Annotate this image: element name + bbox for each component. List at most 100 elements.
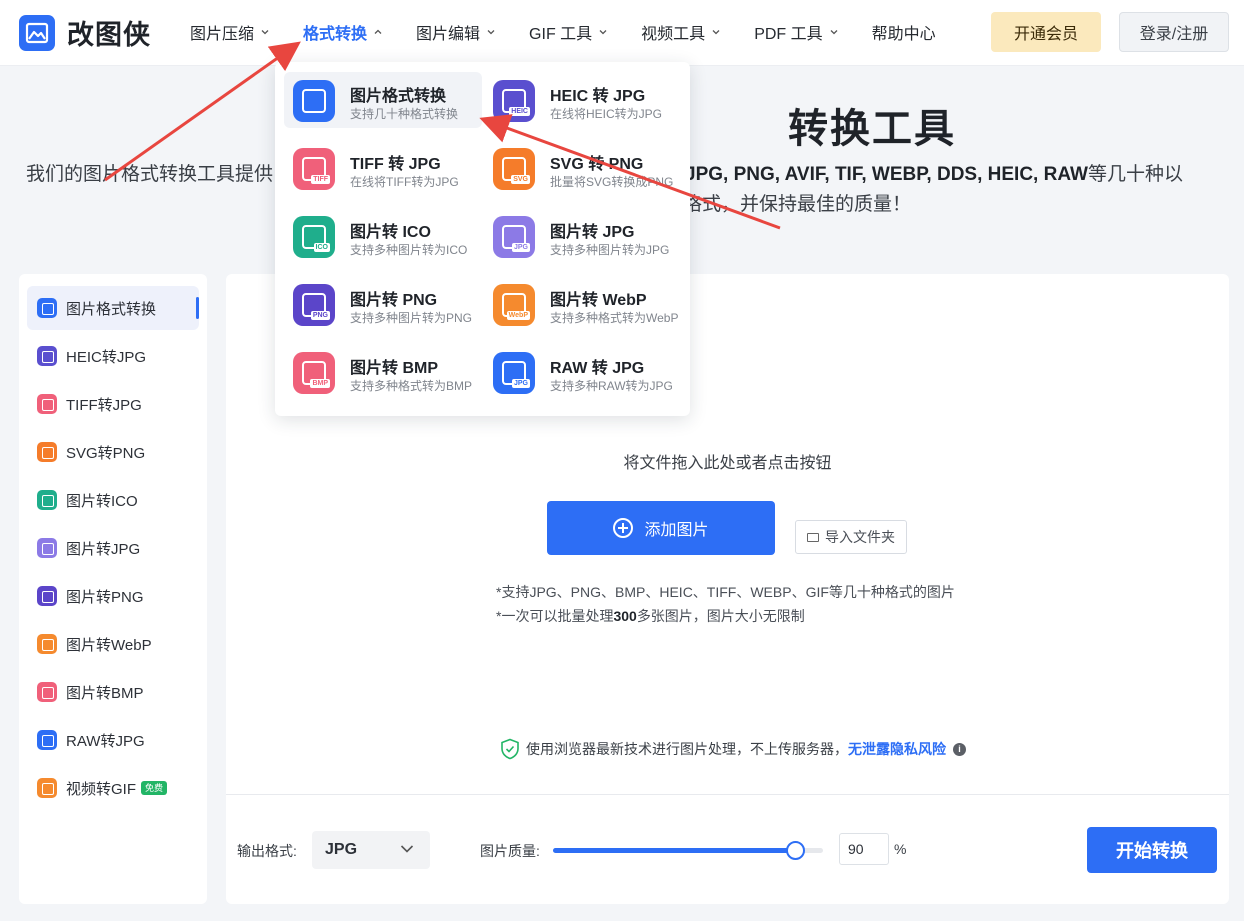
sidebar-item[interactable]: 图片转ICO [27,478,199,522]
nav-item-format-convert[interactable]: 格式转换 [303,20,383,44]
nav-item-video[interactable]: 视频工具 [641,20,721,44]
dropdown-item-desc: 支持几十种格式转换 [350,107,459,121]
dropdown-item-title: RAW 转 JPG [550,360,645,377]
nav-item-compress[interactable]: 图片压缩 [190,20,270,44]
free-badge: 免费 [141,781,168,795]
dropdown-item[interactable]: JPG 图片转 JPG 支持多种图片转为JPG [484,208,682,264]
sidebar-item-label: 图片格式转换 [66,300,157,318]
sidebar-item-label: 视频转GIF [66,780,136,798]
sidebar-item[interactable]: HEIC转JPG [27,334,199,378]
dropdown-item-title: SVG 转 PNG [550,156,644,173]
batch-limit-note: *一次可以批量处理300多张图片，图片大小无限制 [496,606,805,626]
nav-label: GIF 工具 [529,26,593,43]
dropdown-item[interactable]: 图片格式转换 支持几十种格式转换 [284,72,482,128]
quality-unit: % [894,841,907,857]
dropdown-item-title: 图片转 ICO [350,224,431,241]
supported-formats-note: *支持JPG、PNG、BMP、HEIC、TIFF、WEBP、GIF等几十种格式的… [496,584,955,600]
sidebar-item[interactable]: 图片转JPG [27,526,199,570]
chevron-down-icon [400,845,414,853]
nav-item-edit[interactable]: 图片编辑 [416,20,496,44]
import-folder-button[interactable]: 导入文件夹 [795,520,907,554]
jpg-icon: JPG [493,216,535,258]
quality-slider-fill [553,848,796,853]
nav-item-gif[interactable]: GIF 工具 [529,20,608,44]
sidebar-item[interactable]: RAW转JPG [27,718,199,762]
sidebar-item-label: RAW转JPG [66,732,145,750]
subtitle-formats: JPG, PNG, AVIF, TIF, WEBP, DDS, HEIC, RA… [685,164,1088,185]
drop-zone-text[interactable]: 将文件拖入此处或者点击按钮 [226,449,1229,473]
privacy-text: 使用浏览器最新技术进行图片处理，不上传服务器， [526,741,848,757]
png-icon: PNG [293,284,335,326]
convert-icon [293,80,335,122]
quality-input[interactable]: 90 [839,833,889,865]
dropdown-item[interactable]: HEIC HEIC 转 JPG 在线将HEIC转为JPG [484,72,682,128]
nav-label: PDF 工具 [754,26,823,43]
logo[interactable]: 改图侠 [19,13,151,52]
dropdown-item-title: 图片转 PNG [350,292,438,309]
quality-slider[interactable] [553,841,823,860]
sidebar-item[interactable]: 图片转PNG [27,574,199,618]
webp-icon: WebP [493,284,535,326]
output-format-select[interactable]: JPG [312,831,430,869]
dropdown-item[interactable]: JPG RAW 转 JPG 支持多种RAW转为JPG [484,344,682,400]
subtitle-line2: 格式，并保持最佳的质量！ [683,194,912,215]
privacy-notice: 使用浏览器最新技术进行图片处理，不上传服务器， 无泄露隐私风险 i [500,738,966,760]
login-button[interactable]: 登录/注册 [1119,12,1229,52]
nav-label: 格式转换 [303,26,368,43]
sidebar-item-label: TIFF转JPG [66,396,142,414]
subtitle-tail: 等几十种以 [1087,164,1183,185]
dropdown-item-title: HEIC 转 JPG [550,88,646,105]
dropdown-item-desc: 支持多种格式转为BMP [350,379,473,393]
dropdown-item[interactable]: SVG SVG 转 PNG 批量将SVG转换成PNG [484,140,682,196]
dropdown-item[interactable]: TIFF TIFF 转 JPG 在线将TIFF转为JPG [284,140,482,196]
dropdown-item[interactable]: PNG 图片转 PNG 支持多种图片转为PNG [284,276,482,332]
dropdown-item-desc: 在线将TIFF转为JPG [350,175,459,189]
tool-icon [37,634,57,654]
tool-icon [37,298,57,318]
dropdown-item-title: 图片转 WebP [550,292,647,309]
dropdown-item[interactable]: WebP 图片转 WebP 支持多种格式转为WebP [484,276,682,332]
vip-button[interactable]: 开通会员 [991,12,1101,52]
nav-label: 帮助中心 [871,26,936,43]
quality-slider-thumb[interactable] [786,841,805,860]
info-icon[interactable]: i [953,742,966,756]
main-nav: 图片压缩 格式转换 图片编辑 GIF 工具 视频工具 PDF 工具 帮助中心 [190,20,969,44]
sidebar-item[interactable]: 图片转WebP [27,622,199,666]
sidebar-item[interactable]: SVG转PNG [27,430,199,474]
dropdown-item-title: TIFF 转 JPG [350,156,441,173]
tool-icon [37,490,57,510]
sidebar-item-label: SVG转PNG [66,444,146,462]
sidebar-item[interactable]: TIFF转JPG [27,382,199,426]
batch-note-prefix: *一次可以批量处理 [496,608,614,624]
nav-item-help[interactable]: 帮助中心 [872,20,936,44]
start-convert-button[interactable]: 开始转换 [1087,827,1217,873]
quality-label: 图片质量: [480,843,540,859]
dropdown-item-desc: 支持多种格式转为WebP [550,311,679,325]
dropdown-item-desc: 支持多种图片转为PNG [350,311,473,325]
chevron-down-icon [712,30,720,35]
dropdown-item[interactable]: BMP 图片转 BMP 支持多种格式转为BMP [284,344,482,400]
page-title-text: 转换工具 [788,107,956,151]
tool-icon [37,442,57,462]
ico-icon: ICO [293,216,335,258]
nav-label: 图片编辑 [416,26,481,43]
sidebar-item[interactable]: 视频转GIF 免费 [27,766,199,810]
add-image-button[interactable]: 添加图片 [547,501,775,555]
chevron-up-icon [374,29,382,34]
sidebar-item-label: 图片转ICO [66,492,138,510]
sidebar-item[interactable]: 图片转BMP [27,670,199,714]
bmp-icon: BMP [293,352,335,394]
tool-icon [37,730,57,750]
tool-icon [37,778,57,798]
output-format-value: JPG [325,841,358,858]
import-folder-label: 导入文件夹 [825,529,895,545]
tool-icon [37,538,57,558]
top-header: 改图侠 图片压缩 格式转换 图片编辑 GIF 工具 视频工具 PDF 工具 帮助… [0,0,1244,66]
privacy-link[interactable]: 无泄露隐私风险 [848,739,946,759]
nav-item-pdf[interactable]: PDF 工具 [754,20,838,44]
sidebar-item[interactable]: 图片格式转换 [27,286,199,330]
plus-circle-icon [613,518,634,538]
dropdown-item-title: 图片转 JPG [550,224,635,241]
shield-check-icon [501,738,519,760]
dropdown-item[interactable]: ICO 图片转 ICO 支持多种图片转为ICO [284,208,482,264]
